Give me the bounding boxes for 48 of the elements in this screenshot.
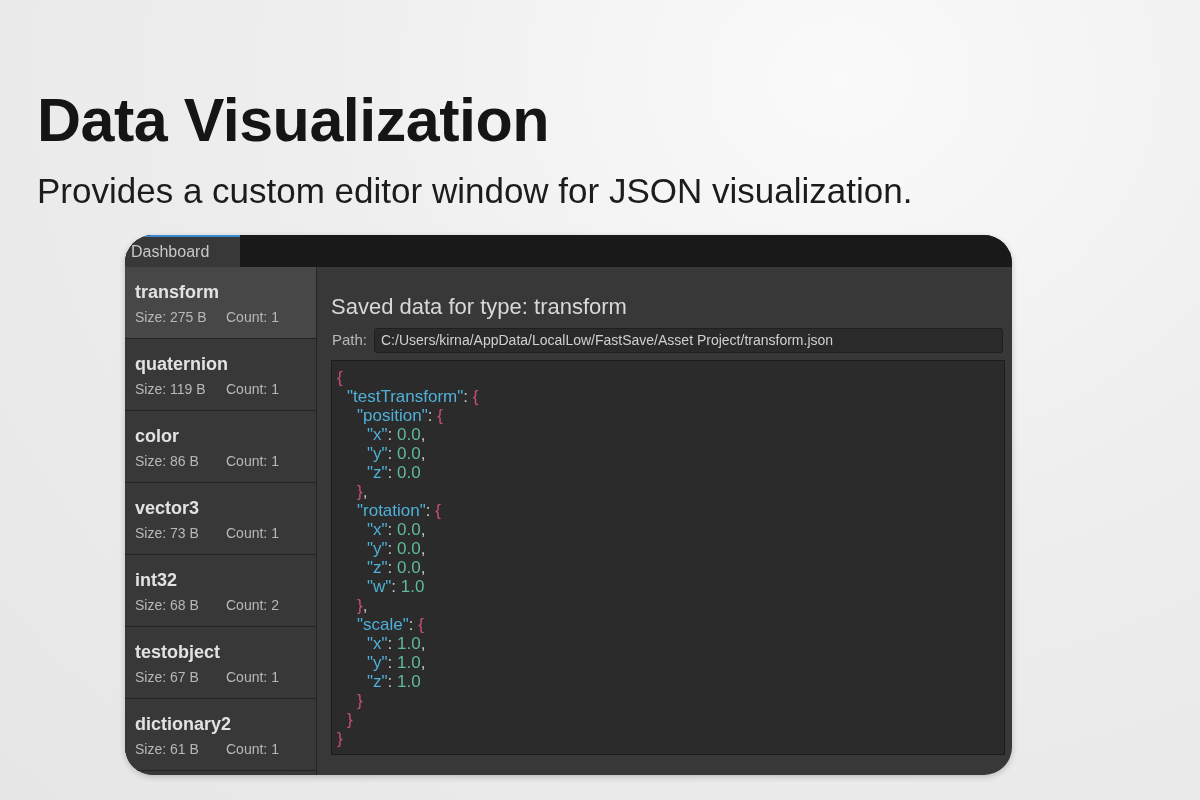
code-line: }	[357, 691, 363, 710]
item-size: Size: 119 B	[135, 380, 207, 399]
code-line: "w": 1.0	[367, 577, 425, 596]
code-line: "position": {	[357, 406, 443, 425]
item-name: int32	[135, 569, 177, 592]
item-count: Count: 1	[226, 452, 279, 471]
item-name: color	[135, 425, 179, 448]
item-size: Size: 67 B	[135, 668, 200, 687]
code-line: "y": 0.0,	[367, 444, 426, 463]
item-name: quaternion	[135, 353, 228, 376]
tab[interactable]: Dashboard	[125, 235, 240, 267]
code-line: "z": 0.0,	[367, 558, 426, 577]
item-count: Count: 2	[226, 596, 279, 615]
item-count: Count: 1	[226, 668, 279, 687]
code-line: "x": 0.0,	[367, 520, 426, 539]
code-line: {	[337, 368, 343, 387]
item-count: Count: 1	[226, 740, 279, 759]
page-title: Data Visualization	[37, 86, 549, 154]
item-count: Count: 1	[226, 380, 279, 399]
code-line: "x": 0.0,	[367, 425, 426, 444]
item-name: dictionary2	[135, 713, 232, 736]
code-line: "scale": {	[357, 615, 424, 634]
code-line: "rotation": {	[357, 501, 441, 520]
page-subtitle: Provides a custom editor window for JSON visualization.	[37, 170, 913, 212]
code-line: }	[347, 710, 353, 729]
code-line: "y": 1.0,	[367, 653, 426, 672]
item-size: Size: 73 B	[135, 524, 200, 543]
path-label: Path:	[331, 329, 369, 350]
path-field[interactable]: C:/Users/kirna/AppData/LocalLow/FastSave/Asset Project/transform.json	[374, 327, 1003, 353]
item-name: vector3	[135, 497, 200, 520]
item-name: testobject	[135, 641, 221, 664]
item-size: Size: 86 B	[135, 452, 200, 471]
code-line: },	[357, 482, 368, 501]
code-line: "x": 1.0,	[367, 634, 426, 653]
code-line: "z": 1.0	[367, 672, 421, 691]
item-size: Size: 61 B	[135, 740, 200, 759]
detail-heading: Saved data for type: transform	[331, 293, 627, 321]
item-count: Count: 1	[226, 308, 279, 327]
item-name: transform	[135, 281, 219, 304]
code-line: "z": 0.0	[367, 463, 421, 482]
item-size: Size: 68 B	[135, 596, 200, 615]
code-line: "y": 0.0,	[367, 539, 426, 558]
code-line: }	[337, 729, 343, 748]
code-line: },	[357, 596, 368, 615]
item-size: Size: 275 B	[135, 308, 208, 327]
code-line: "testTransform": {	[347, 387, 479, 406]
sidebar-item[interactable]: transform Size: 275 B Count: 1	[125, 267, 316, 339]
item-count: Count: 1	[226, 524, 279, 543]
